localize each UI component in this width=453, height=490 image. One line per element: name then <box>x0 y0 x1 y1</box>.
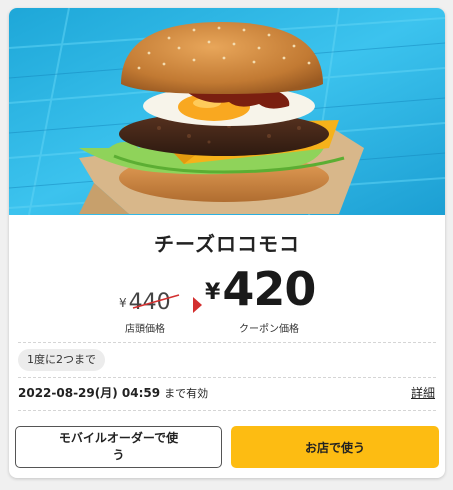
mobile-order-button[interactable]: モバイルオーダーで使う <box>15 426 222 468</box>
detail-link[interactable]: 詳細 <box>411 384 435 401</box>
coupon-price-caption: クーポン価格 <box>239 324 299 335</box>
original-price: ¥440 <box>119 290 171 315</box>
divider <box>18 342 436 343</box>
expiry-info: 2022-08-29(月) 04:59 まで有効 <box>18 384 208 401</box>
use-in-store-button[interactable]: お店で使う <box>231 426 439 468</box>
original-price-caption: 店頭価格 <box>125 324 165 335</box>
price-arrow-icon <box>193 297 202 313</box>
product-name: チーズロコモコ <box>154 232 300 256</box>
yen-symbol: ¥ <box>205 280 221 305</box>
divider <box>18 410 436 411</box>
burger-photo-icon <box>9 8 445 215</box>
coupon-price-value: 420 <box>222 262 316 316</box>
coupon-card: チーズロコモコ ¥440 店頭価格 ¥420 クーポン価格 1度に2つまで 20… <box>9 8 445 478</box>
coupon-price: ¥420 <box>205 262 316 316</box>
product-image <box>9 8 445 215</box>
usage-limit-badge: 1度に2つまで <box>18 349 105 371</box>
expiry-suffix: まで有効 <box>164 387 209 400</box>
use-in-store-button-label: お店で使う <box>304 440 365 455</box>
mobile-order-button-label: モバイルオーダーで使う <box>58 431 179 462</box>
yen-symbol: ¥ <box>119 296 127 310</box>
original-price-value: 440 <box>128 290 171 315</box>
expiry-datetime: 2022-08-29(月) 04:59 <box>18 386 161 400</box>
divider <box>18 377 436 378</box>
